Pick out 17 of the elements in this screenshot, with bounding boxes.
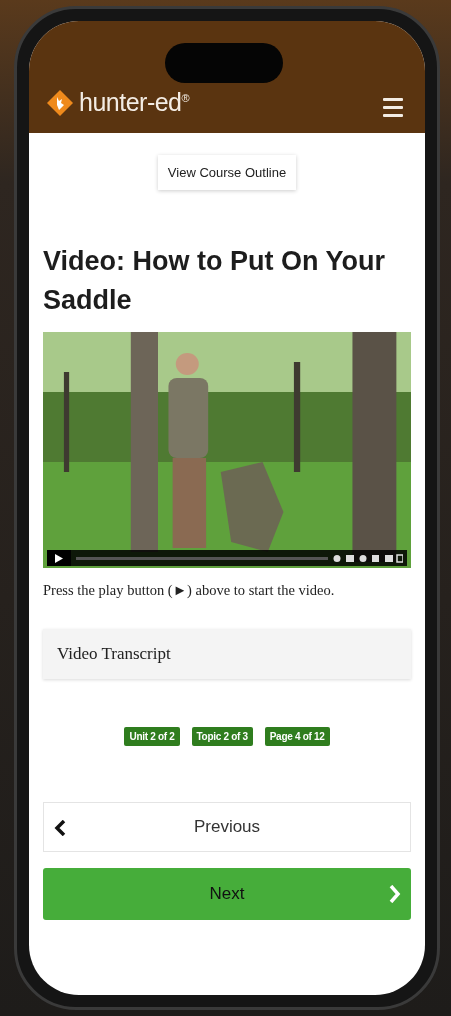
progress-badge: Page 4 of 12 bbox=[264, 727, 330, 747]
play-button[interactable] bbox=[47, 550, 71, 567]
menu-icon[interactable] bbox=[383, 98, 403, 117]
course-outline-button[interactable]: View Course Outline bbox=[157, 155, 297, 190]
chevron-right-icon bbox=[389, 885, 401, 904]
transcript-toggle[interactable]: Video Transcript bbox=[43, 629, 411, 680]
previous-button[interactable]: Previous bbox=[43, 802, 411, 853]
progress-track[interactable] bbox=[76, 556, 328, 560]
progress-badge: Topic 2 of 3 bbox=[191, 727, 253, 747]
progress-badge: Unit 2 of 2 bbox=[124, 727, 180, 747]
instruction-text: Press the play button (►) above to start the video. bbox=[43, 582, 336, 600]
logo-text: hunter-ed$^{®}$ bbox=[79, 88, 190, 117]
chevron-left-icon bbox=[54, 820, 66, 837]
play-icon bbox=[55, 553, 63, 563]
deer-logo-icon bbox=[47, 89, 73, 116]
page-title: Video: How to Put On Your Saddle bbox=[43, 245, 386, 318]
next-button[interactable]: Next bbox=[43, 868, 411, 921]
